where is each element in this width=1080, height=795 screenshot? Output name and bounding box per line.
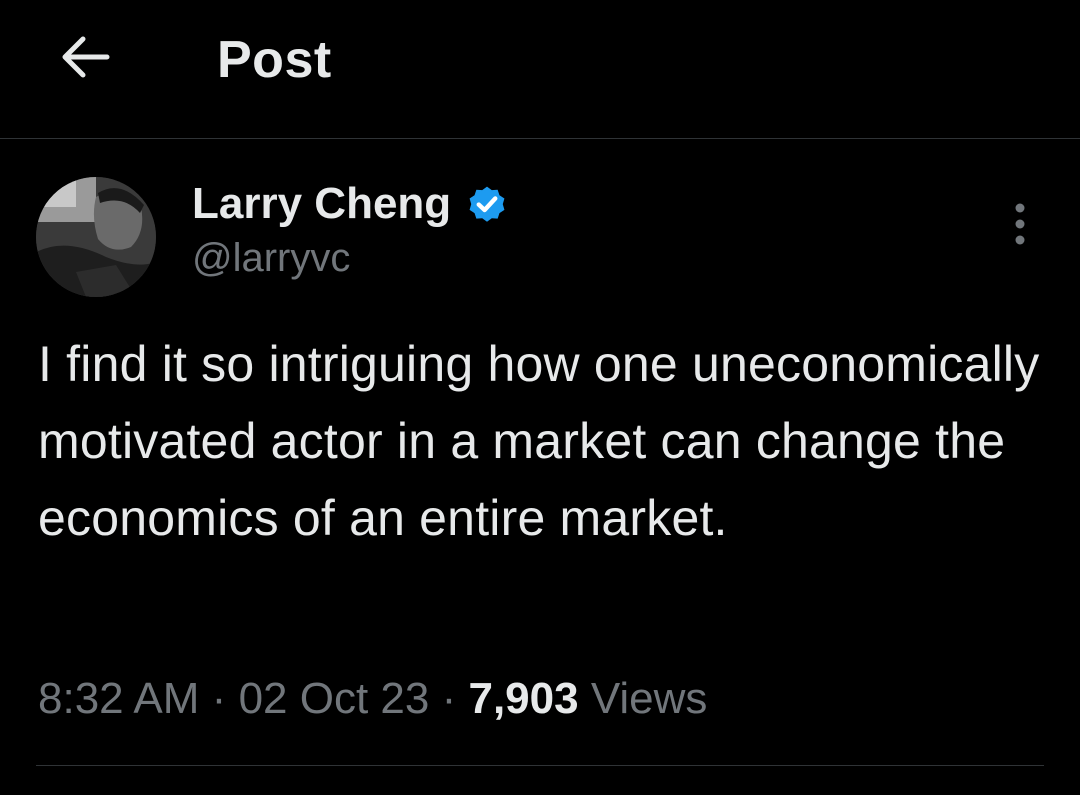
- avatar[interactable]: [36, 177, 156, 297]
- author-handle[interactable]: @larryvc: [192, 236, 350, 281]
- views-label[interactable]: Views: [591, 674, 708, 723]
- author-name-row: Larry Cheng: [192, 176, 509, 232]
- meta-separator: ·: [211, 674, 227, 723]
- author-display-name[interactable]: Larry Cheng: [192, 179, 451, 229]
- user-avatar-image: [36, 177, 156, 297]
- back-button[interactable]: [52, 24, 118, 90]
- post-date[interactable]: 02 Oct 23: [239, 674, 430, 723]
- meta-separator: ·: [441, 674, 457, 723]
- views-count[interactable]: 7,903: [468, 674, 578, 723]
- page-title: Post: [217, 31, 332, 89]
- post-meta: 8:32 AM · 02 Oct 23 · 7,903 Views: [38, 668, 707, 730]
- arrow-left-icon: [62, 36, 110, 78]
- verified-badge-icon: [469, 186, 505, 222]
- more-vertical-icon: [1015, 203, 1025, 245]
- divider: [36, 765, 1044, 766]
- top-bar: Post: [0, 0, 1080, 139]
- post-text: I find it so intriguing how one uneconom…: [38, 336, 1040, 546]
- more-options-button[interactable]: [996, 196, 1044, 252]
- post-time[interactable]: 8:32 AM: [38, 674, 199, 723]
